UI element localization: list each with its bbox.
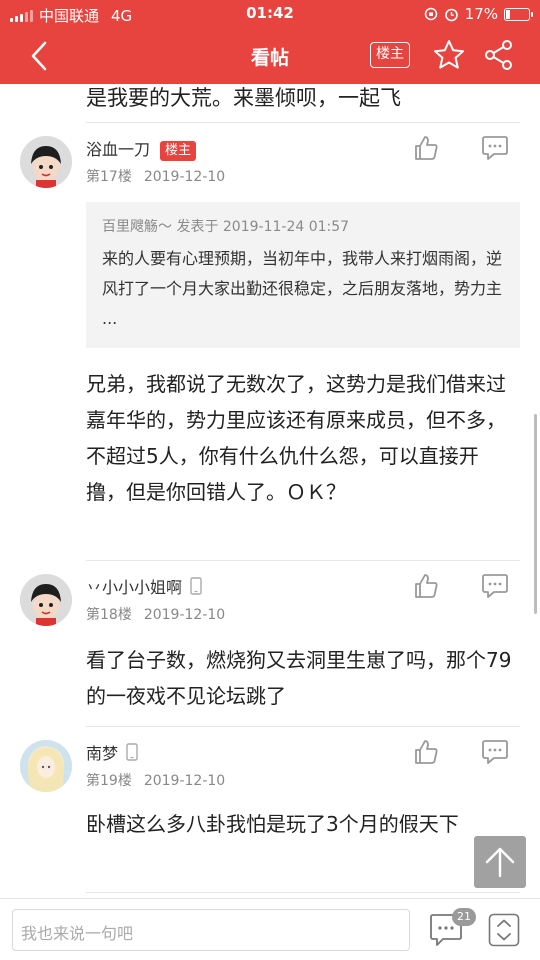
- comment-count-badge: 21: [452, 908, 476, 926]
- thread-content[interactable]: 是我要的大荒。来墨倾呗，一起飞 浴血一刀 楼主 第17楼 2019-12-10 百里…: [0, 84, 540, 898]
- owner-only-button[interactable]: 楼主: [370, 42, 410, 68]
- share-icon[interactable]: [482, 38, 516, 72]
- battery-percent: 17%: [464, 5, 498, 23]
- post-divider: [86, 726, 520, 727]
- thumbs-up-icon[interactable]: [412, 738, 440, 766]
- post-body: 看了台子数，燃烧狗又去洞里生崽了吗，那个79的一夜戏不见论坛跳了: [86, 648, 512, 708]
- back-to-top-button[interactable]: [474, 836, 526, 888]
- avatar[interactable]: [20, 574, 72, 626]
- scrollbar[interactable]: [534, 414, 537, 614]
- post-divider: [86, 560, 520, 561]
- star-icon[interactable]: [432, 38, 466, 72]
- post-meta: 第17楼 2019-12-10: [86, 166, 225, 186]
- battery-icon: [504, 7, 533, 21]
- post-date: 2019-12-10: [143, 773, 226, 789]
- thumbs-up-icon[interactable]: [412, 572, 440, 600]
- alarm-icon: [444, 8, 458, 21]
- avatar[interactable]: [20, 740, 72, 792]
- previous-post-tail: 是我要的大荒。来墨倾呗，一起飞: [86, 86, 401, 110]
- post-author[interactable]: 南梦: [86, 740, 138, 764]
- owner-badge: 楼主: [160, 141, 197, 161]
- post-meta: 第18楼 2019-12-10: [86, 604, 225, 624]
- back-to-top-icon: [485, 847, 515, 878]
- floor-number: 第19楼: [86, 773, 132, 789]
- post-body: 卧槽这么多八卦我怕是玩了3个月的假天下: [86, 812, 459, 836]
- floor-number: 第17楼: [86, 169, 132, 185]
- username[interactable]: 浴血一刀: [86, 140, 150, 159]
- reply-icon[interactable]: [480, 134, 510, 162]
- rotation-lock-icon: [424, 7, 437, 21]
- thumbs-up-icon[interactable]: [412, 134, 440, 162]
- phone-icon: [190, 577, 202, 595]
- floor-number: 第18楼: [86, 607, 132, 623]
- post-divider: [86, 892, 520, 893]
- post-author[interactable]: 浴血一刀 楼主: [86, 136, 197, 161]
- comment-input[interactable]: 我也来说一句吧: [12, 909, 410, 951]
- username[interactable]: 南梦: [86, 744, 118, 763]
- up-down-icon[interactable]: [488, 913, 520, 947]
- nav-bar: 看帖 楼主: [0, 28, 540, 84]
- reply-icon[interactable]: [480, 738, 510, 766]
- phone-icon: [126, 743, 138, 761]
- post-date: 2019-12-10: [143, 169, 226, 185]
- post-divider: [86, 122, 520, 123]
- username[interactable]: 丷小小小姐啊: [86, 578, 182, 597]
- post-meta: 第19楼 2019-12-10: [86, 770, 225, 790]
- post-author[interactable]: 丷小小小姐啊: [86, 574, 202, 598]
- post-date: 2019-12-10: [143, 607, 226, 623]
- bottom-bar: 我也来说一句吧 21: [0, 898, 540, 960]
- avatar[interactable]: [20, 136, 72, 188]
- quote-body: 来的人要有心理预期，当初年中，我带人来打烟雨阁，逆风打了一个月大家出勤还很稳定，…: [102, 249, 503, 328]
- reply-icon[interactable]: [480, 572, 510, 600]
- top-bar: 中国联通 4G 01:42 17% 看帖 楼主: [0, 0, 540, 84]
- status-right: 17%: [424, 5, 533, 23]
- post-body: 兄弟，我都说了无数次了，这势力是我们借来过嘉年华的，势力里应该还有原来成员，但不…: [86, 372, 506, 504]
- quote-block: 百里飕觞～ 发表于 2019-11-24 01:57 来的人要有心理预期，当初年…: [86, 202, 520, 348]
- quote-header: 百里飕觞～ 发表于 2019-11-24 01:57: [102, 219, 350, 235]
- status-bar: 中国联通 4G 01:42 17%: [0, 0, 540, 28]
